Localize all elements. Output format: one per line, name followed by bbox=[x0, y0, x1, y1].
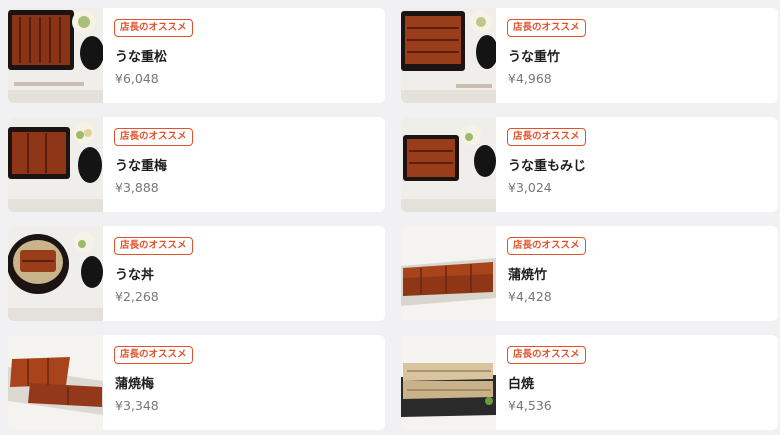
menu-item-card[interactable]: 店長のオススメ うな重梅 ¥3,888 bbox=[8, 117, 385, 212]
recommended-badge: 店長のオススメ bbox=[114, 346, 193, 364]
unaju-ume-image bbox=[8, 117, 103, 212]
item-name: うな重もみじ bbox=[508, 159, 587, 174]
item-name: うな重竹 bbox=[508, 50, 561, 65]
item-name: 白焼 bbox=[508, 377, 535, 392]
unaju-take-image bbox=[401, 8, 496, 103]
menu-item-card[interactable]: 店長のオススメ うな重竹 ¥4,968 bbox=[401, 8, 778, 103]
item-name: 蒲焼梅 bbox=[115, 377, 155, 392]
item-price: ¥3,348 bbox=[115, 398, 159, 413]
recommended-badge: 店長のオススメ bbox=[507, 237, 586, 255]
item-price: ¥4,536 bbox=[508, 398, 552, 413]
shirayaki-image bbox=[401, 335, 496, 430]
item-price: ¥6,048 bbox=[115, 71, 159, 86]
item-name: うな丼 bbox=[115, 268, 155, 283]
menu-item-card[interactable]: 店長のオススメ うな重もみじ ¥3,024 bbox=[401, 117, 778, 212]
unaju-matsu-image bbox=[8, 8, 103, 103]
kabayaki-ume-image bbox=[8, 335, 103, 430]
recommended-badge: 店長のオススメ bbox=[507, 128, 586, 146]
recommended-badge: 店長のオススメ bbox=[114, 128, 193, 146]
item-name: うな重松 bbox=[115, 50, 168, 65]
menu-item-card[interactable]: 店長のオススメ うな丼 ¥2,268 bbox=[8, 226, 385, 321]
recommended-badge: 店長のオススメ bbox=[114, 19, 193, 37]
unadon-image bbox=[8, 226, 103, 321]
item-price: ¥2,268 bbox=[115, 289, 159, 304]
recommended-badge: 店長のオススメ bbox=[114, 237, 193, 255]
item-name: うな重梅 bbox=[115, 159, 168, 174]
recommended-badge: 店長のオススメ bbox=[507, 19, 586, 37]
item-price: ¥4,428 bbox=[508, 289, 552, 304]
recommended-badge: 店長のオススメ bbox=[507, 346, 586, 364]
unaju-momiji-image bbox=[401, 117, 496, 212]
menu-item-card[interactable]: 店長のオススメ うな重松 ¥6,048 bbox=[8, 8, 385, 103]
item-name: 蒲焼竹 bbox=[508, 268, 548, 283]
item-price: ¥3,888 bbox=[115, 180, 159, 195]
item-price: ¥3,024 bbox=[508, 180, 552, 195]
menu-item-card[interactable]: 店長のオススメ 白焼 ¥4,536 bbox=[401, 335, 778, 430]
menu-item-card[interactable]: 店長のオススメ 蒲焼梅 ¥3,348 bbox=[8, 335, 385, 430]
menu-grid: 店長のオススメ うな重松 ¥6,048 店長のオススメ うな重竹 ¥4,968 bbox=[0, 0, 780, 435]
kabayaki-take-image bbox=[401, 226, 496, 321]
menu-item-card[interactable]: 店長のオススメ 蒲焼竹 ¥4,428 bbox=[401, 226, 778, 321]
item-price: ¥4,968 bbox=[508, 71, 552, 86]
